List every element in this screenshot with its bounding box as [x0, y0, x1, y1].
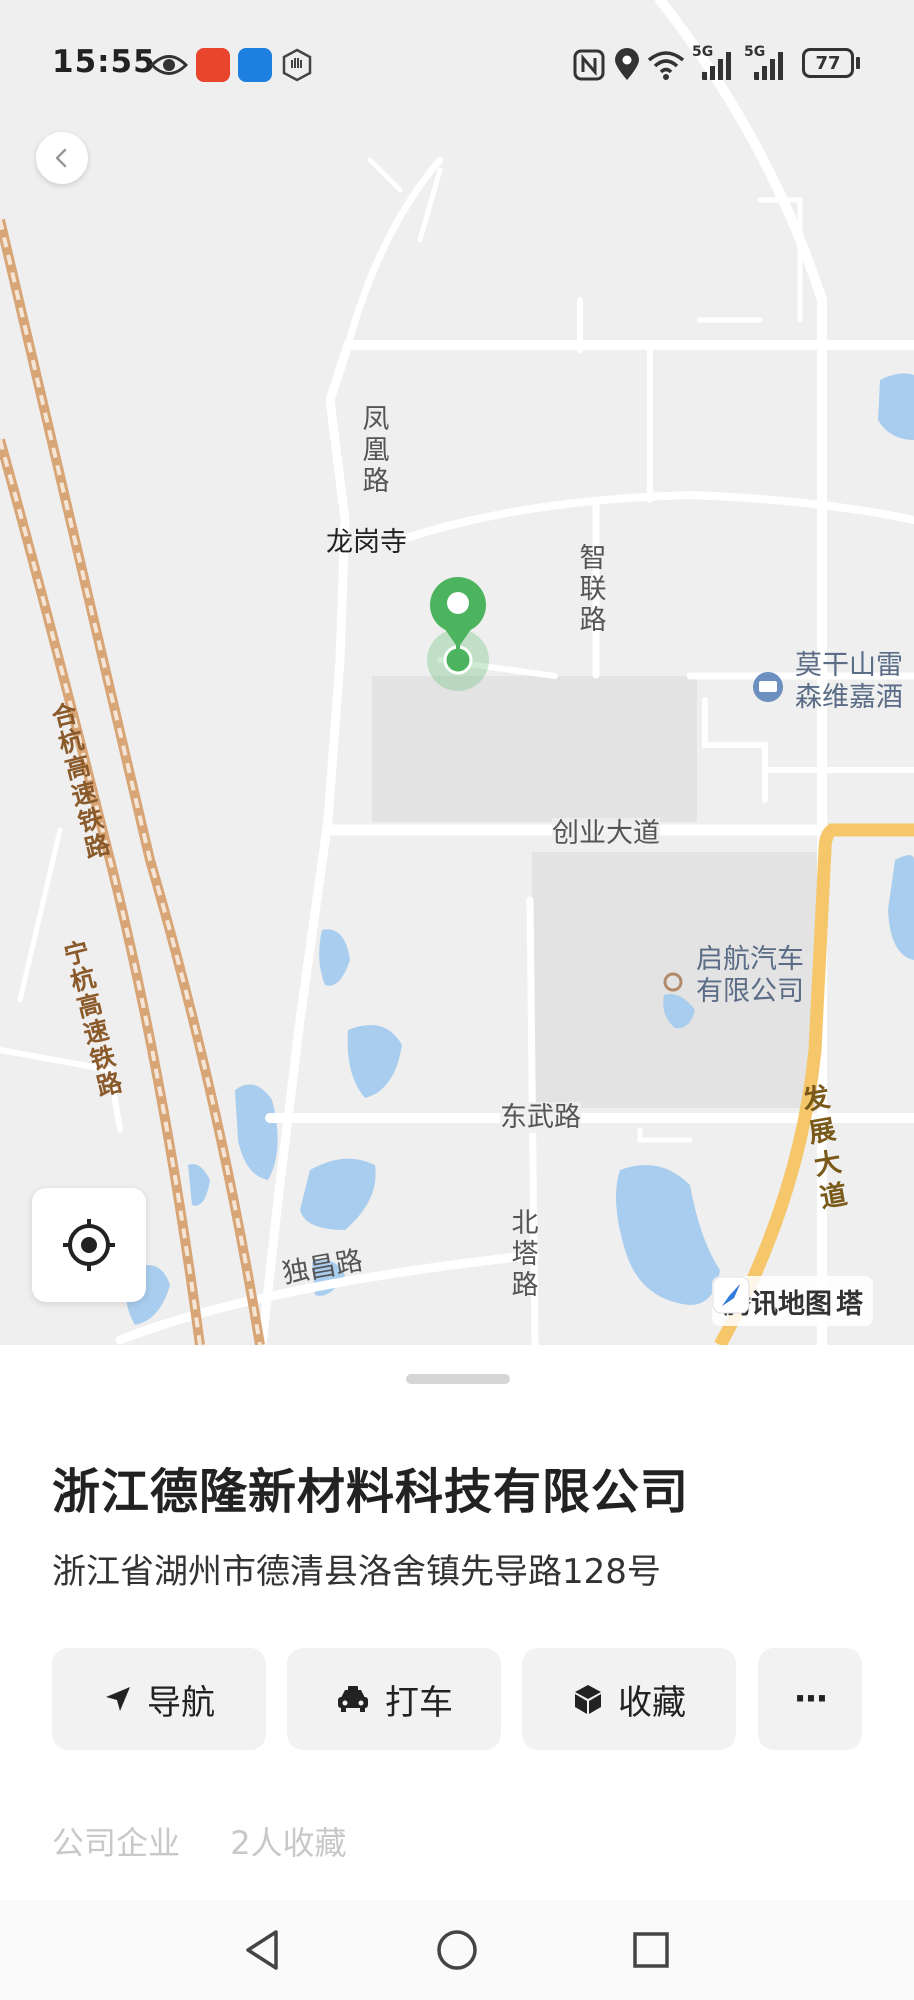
watermark-suffix: 塔 — [836, 1288, 863, 1320]
place-label-temple[interactable]: 龙岗寺 — [326, 527, 407, 558]
road-label-dongwu: 东武路 — [500, 1102, 581, 1133]
place-address: 浙江省湖州市德清县洛舍镇先导路128号 — [52, 1552, 661, 1592]
locate-me-button[interactable] — [32, 1188, 146, 1302]
back-triangle-icon — [246, 1930, 278, 1970]
navigate-label: 导航 — [147, 1682, 215, 1723]
place-meta: 公司企业 2人收藏 — [52, 1818, 347, 1864]
road-label-fenghuang: 凤凰路 — [362, 404, 390, 497]
status-bar: 15:55 5G 5G 77 — [0, 0, 914, 124]
browser-app-icon — [238, 48, 272, 82]
hand-icon — [282, 48, 312, 82]
nav-home-button[interactable] — [432, 1925, 482, 1975]
taobao-app-icon — [196, 48, 230, 82]
road-label-zhilian: 智联路 — [579, 543, 607, 636]
navigate-button[interactable]: 导航 — [52, 1648, 266, 1750]
location-icon — [615, 48, 639, 80]
wifi-icon — [647, 51, 685, 80]
eye-icon — [150, 55, 188, 75]
signal-icon — [702, 52, 731, 80]
crosshair-locate-icon — [63, 1219, 115, 1271]
tencent-map-watermark: 腾讯地图 塔 — [712, 1276, 873, 1326]
hotel-poi-label[interactable]: 莫干山雷 森维嘉酒 — [795, 650, 914, 714]
place-name: 浙江德隆新材料科技有限公司 — [52, 1464, 690, 1520]
back-button[interactable] — [36, 132, 88, 184]
chevron-left-icon — [55, 148, 67, 168]
tencent-map-logo-icon — [712, 1276, 750, 1314]
nav-back-button[interactable] — [237, 1925, 287, 1975]
nav-recents-button[interactable] — [626, 1925, 676, 1975]
map-view[interactable]: 凤凰路 龙岗寺 智联路 莫干山雷 森维嘉酒 创业大道 启航汽车 有限公司 东武路… — [0, 0, 914, 1345]
home-circle-icon — [437, 1930, 477, 1970]
place-category: 公司企业 — [52, 1824, 181, 1862]
more-icon: ··· — [793, 1679, 829, 1719]
battery-tip — [856, 57, 860, 69]
recents-square-icon — [633, 1932, 669, 1968]
nfc-icon — [573, 49, 605, 81]
more-button[interactable]: ··· — [758, 1648, 862, 1750]
battery-icon: 77 — [802, 48, 854, 78]
system-nav-bar — [0, 1900, 914, 2000]
navigation-arrow-icon — [106, 1687, 130, 1711]
status-time: 15:55 — [52, 44, 156, 80]
road-label-chuangye: 创业大道 — [552, 818, 660, 849]
sheet-drag-handle[interactable] — [406, 1374, 510, 1384]
cube-icon — [575, 1685, 601, 1714]
taxi-label: 打车 — [385, 1682, 453, 1723]
sheet-fade — [0, 1860, 914, 1900]
favorite-button[interactable]: 收藏 — [522, 1648, 736, 1750]
taxi-icon — [338, 1686, 368, 1712]
battery-level: 77 — [815, 52, 841, 74]
favorite-label: 收藏 — [618, 1682, 686, 1723]
taxi-button[interactable]: 打车 — [287, 1648, 501, 1750]
company-poi-label[interactable]: 启航汽车 有限公司 — [696, 944, 804, 1008]
place-favorites-count: 2人收藏 — [230, 1824, 347, 1862]
map-canvas — [0, 0, 914, 1345]
road-label-beita: 北塔路 — [511, 1208, 539, 1301]
signal-icon — [754, 52, 783, 80]
